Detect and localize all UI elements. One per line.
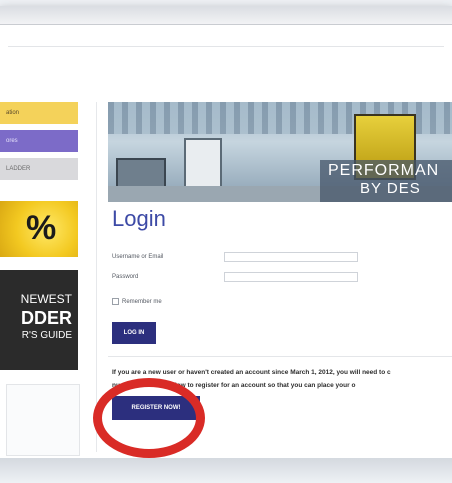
nav-item-2[interactable]: ores — [0, 130, 78, 152]
sidebar-box — [6, 384, 80, 456]
promo-text-ladder: DDER — [20, 308, 72, 328]
login-button[interactable]: LOG IN — [112, 322, 156, 344]
promo-text-newest: NEWEST — [20, 292, 72, 306]
web-page: ation ores LADDER % NEWEST DDER R'S GUID… — [0, 6, 452, 458]
highlight-circle — [93, 378, 205, 458]
browser-top-bar — [0, 6, 452, 25]
nav-item-1[interactable]: ation — [0, 102, 78, 124]
hero-banner: PERFORMAN BY DES — [108, 102, 452, 202]
remember-checkbox[interactable] — [112, 298, 119, 305]
hero-headline: PERFORMAN — [328, 162, 440, 179]
page-title: Login — [112, 206, 166, 231]
section-divider — [108, 356, 452, 357]
nav-item-ladder[interactable]: LADDER — [0, 158, 78, 180]
username-field[interactable] — [224, 252, 358, 262]
remember-me[interactable]: Remember me — [112, 298, 162, 305]
password-field[interactable] — [224, 272, 358, 282]
remember-label: Remember me — [122, 299, 162, 306]
username-label: Username or Email — [112, 254, 164, 260]
password-label: Password — [112, 274, 139, 280]
hero-subheadline: BY DES — [360, 180, 421, 197]
percent-promo-banner[interactable]: % — [0, 201, 78, 257]
ladder-guide-promo[interactable]: NEWEST DDER R'S GUIDE — [0, 270, 78, 370]
header-divider — [8, 46, 444, 47]
left-navigation: ation ores LADDER — [0, 102, 78, 186]
hero-workbench — [116, 158, 166, 188]
notice-line-1: If you are a new user or haven't created… — [112, 369, 391, 376]
percent-sign: % — [26, 209, 57, 247]
page-shadow — [0, 458, 452, 483]
promo-text-guide: R'S GUIDE — [21, 330, 72, 341]
column-divider — [96, 102, 97, 452]
